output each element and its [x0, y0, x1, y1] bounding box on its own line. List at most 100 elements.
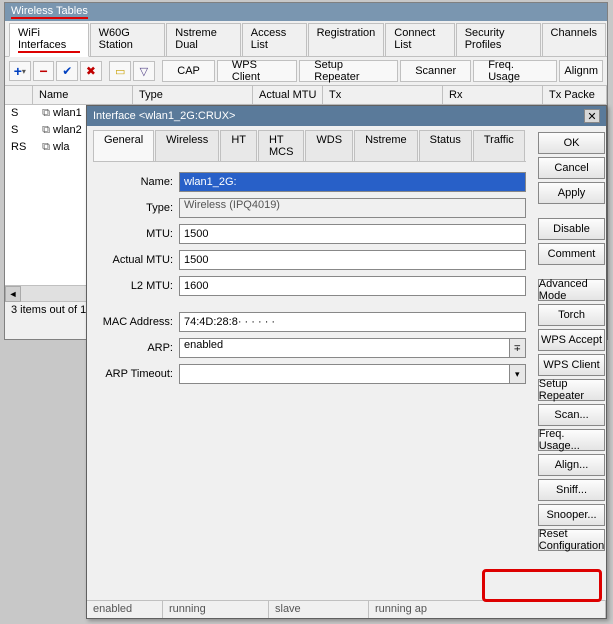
cancel-button[interactable]: Cancel — [538, 157, 605, 179]
col-type[interactable]: Type — [133, 86, 253, 104]
reset-configuration-button[interactable]: Reset Configuration — [538, 529, 605, 551]
freq-usage-button[interactable]: Freq. Usage... — [538, 429, 605, 451]
toolbar: +▾ − ✔ ✖ ▭ ▽ CAP WPS Client Setup Repeat… — [5, 57, 607, 86]
label-mac: MAC Address: — [93, 316, 179, 328]
dialog-statusbar: enabled running slave running ap — [87, 600, 606, 618]
tab-traffic[interactable]: Traffic — [473, 130, 525, 161]
alignment-button[interactable]: Alignm — [559, 60, 603, 82]
freq-usage-button[interactable]: Freq. Usage — [473, 60, 557, 82]
tab-w60g-station[interactable]: W60G Station — [90, 23, 166, 56]
dialog-content: General Wireless HT HT MCS WDS Nstreme S… — [87, 126, 532, 600]
dialog-button-column: OK Cancel Apply Disable Comment Advanced… — [532, 126, 611, 600]
mac-input[interactable] — [179, 312, 526, 332]
col-rx[interactable]: Rx — [443, 86, 543, 104]
wps-client-button[interactable]: WPS Client — [217, 60, 297, 82]
interface-icon: ⧉ — [39, 107, 53, 120]
mtu-input[interactable] — [179, 224, 526, 244]
scroll-left-icon[interactable]: ◄ — [5, 286, 21, 302]
x-icon: ✖ — [86, 64, 96, 78]
enable-button[interactable]: ✔ — [56, 61, 78, 81]
comment-button[interactable]: Comment — [538, 243, 605, 265]
ok-button[interactable]: OK — [538, 132, 605, 154]
tab-status[interactable]: Status — [419, 130, 472, 161]
arp-value: enabled — [179, 338, 510, 358]
tab-wifi-interfaces[interactable]: WiFi Interfaces — [9, 23, 89, 57]
status-slave: slave — [269, 601, 369, 618]
label-name: Name: — [93, 176, 179, 188]
interface-dialog: Interface <wlan1_2G:CRUX> ✕ General Wire… — [86, 105, 607, 619]
note-icon: ▭ — [115, 65, 125, 78]
check-icon: ✔ — [62, 64, 72, 78]
dialog-tabbar: General Wireless HT HT MCS WDS Nstreme S… — [93, 130, 526, 162]
tab-nstreme-dual[interactable]: Nstreme Dual — [166, 23, 241, 56]
chevron-down-icon[interactable]: ▾ — [510, 364, 526, 384]
interface-icon: ⧉ — [39, 141, 53, 154]
disable-button[interactable]: Disable — [538, 218, 605, 240]
tab-connect-list[interactable]: Connect List — [385, 23, 454, 56]
arp-timeout-input[interactable] — [179, 364, 510, 384]
remove-button[interactable]: − — [33, 61, 55, 81]
tab-access-list[interactable]: Access List — [242, 23, 307, 56]
tab-wireless[interactable]: Wireless — [155, 130, 219, 161]
advanced-mode-button[interactable]: Advanced Mode — [538, 279, 605, 301]
name-input[interactable] — [179, 172, 526, 192]
close-button[interactable]: ✕ — [584, 109, 600, 123]
col-flag[interactable] — [5, 86, 33, 104]
minus-icon: − — [39, 63, 47, 79]
arp-combo[interactable]: enabled∓ — [179, 338, 526, 358]
tab-htmcs[interactable]: HT MCS — [258, 130, 304, 161]
add-button[interactable]: +▾ — [9, 61, 31, 81]
tab-general[interactable]: General — [93, 130, 154, 161]
scanner-button[interactable]: Scanner — [400, 60, 471, 82]
tab-nstreme[interactable]: Nstreme — [354, 130, 418, 161]
snooper-button[interactable]: Snooper... — [538, 504, 605, 526]
apply-button[interactable]: Apply — [538, 182, 605, 204]
funnel-icon: ▽ — [140, 65, 148, 78]
disable-button[interactable]: ✖ — [80, 61, 102, 81]
setup-repeater-button[interactable]: Setup Repeater — [299, 60, 398, 82]
col-mtu[interactable]: Actual MTU — [253, 86, 323, 104]
tab-ht[interactable]: HT — [220, 130, 257, 161]
type-value: Wireless (IPQ4019) — [179, 198, 526, 218]
sniff-button[interactable]: Sniff... — [538, 479, 605, 501]
status-running: running — [163, 601, 269, 618]
window-title: Wireless Tables — [11, 5, 88, 19]
main-titlebar: Wireless Tables — [5, 3, 607, 21]
tab-channels[interactable]: Channels — [542, 23, 606, 56]
close-icon: ✕ — [587, 110, 596, 123]
row-flag: S — [5, 122, 33, 139]
label-arp-timeout: ARP Timeout: — [93, 368, 179, 380]
col-name[interactable]: Name — [33, 86, 133, 104]
cap-button[interactable]: CAP — [162, 60, 215, 82]
label-type: Type: — [93, 202, 179, 214]
label-l2-mtu: L2 MTU: — [93, 280, 179, 292]
actual-mtu-input[interactable] — [179, 250, 526, 270]
wps-client-button[interactable]: WPS Client — [538, 354, 605, 376]
status-enabled: enabled — [87, 601, 163, 618]
interface-icon: ⧉ — [39, 124, 53, 137]
comment-button[interactable]: ▭ — [109, 61, 131, 81]
row-flag: RS — [5, 139, 33, 156]
col-tx[interactable]: Tx — [323, 86, 443, 104]
label-actual-mtu: Actual MTU: — [93, 254, 179, 266]
dialog-titlebar[interactable]: Interface <wlan1_2G:CRUX> ✕ — [87, 106, 606, 126]
tab-security-profiles[interactable]: Security Profiles — [456, 23, 541, 56]
scan-button[interactable]: Scan... — [538, 404, 605, 426]
label-mtu: MTU: — [93, 228, 179, 240]
tab-wds[interactable]: WDS — [305, 130, 353, 161]
setup-repeater-button[interactable]: Setup Repeater — [538, 379, 605, 401]
main-tabbar: WiFi Interfaces W60G Station Nstreme Dua… — [5, 21, 607, 57]
label-arp: ARP: — [93, 342, 179, 354]
align-button[interactable]: Align... — [538, 454, 605, 476]
table-header: Name Type Actual MTU Tx Rx Tx Packe — [5, 86, 607, 105]
l2-mtu-input[interactable] — [179, 276, 526, 296]
row-flag: S — [5, 105, 33, 122]
torch-button[interactable]: Torch — [538, 304, 605, 326]
wps-accept-button[interactable]: WPS Accept — [538, 329, 605, 351]
status-running-ap: running ap — [369, 601, 606, 618]
col-txp[interactable]: Tx Packe — [543, 86, 607, 104]
arp-timeout-combo[interactable]: ▾ — [179, 364, 526, 384]
tab-registration[interactable]: Registration — [308, 23, 385, 56]
chevron-down-icon[interactable]: ∓ — [510, 338, 526, 358]
filter-button[interactable]: ▽ — [133, 61, 155, 81]
